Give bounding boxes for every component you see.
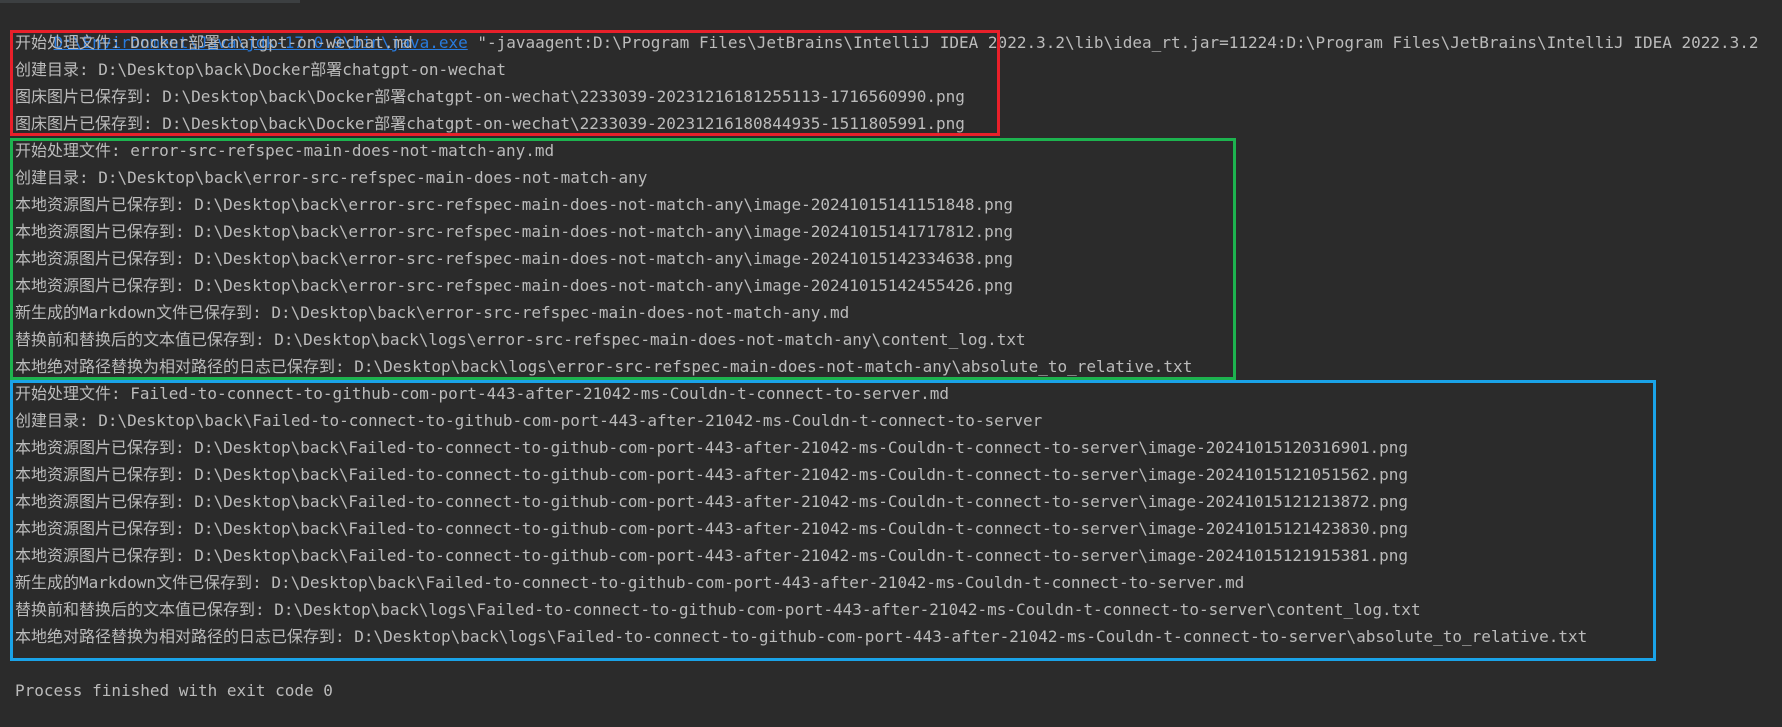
log-line: 替换前和替换后的文本值已保存到: D:\Desktop\back\logs\Fa… xyxy=(15,600,1421,619)
log-line: 本地资源图片已保存到: D:\Desktop\back\Failed-to-co… xyxy=(15,492,1409,511)
log-line: 本地资源图片已保存到: D:\Desktop\back\Failed-to-co… xyxy=(15,465,1409,484)
log-line: 本地资源图片已保存到: D:\Desktop\back\Failed-to-co… xyxy=(15,438,1409,457)
log-line: 新生成的Markdown文件已保存到: D:\Desktop\back\erro… xyxy=(15,303,850,322)
process-finished-line: Process finished with exit code 0 xyxy=(15,681,333,700)
log-line: 本地资源图片已保存到: D:\Desktop\back\error-src-re… xyxy=(15,249,1014,268)
log-line: 创建目录: D:\Desktop\back\Docker部署chatgpt-on… xyxy=(15,60,506,79)
log-line: 开始处理文件: Failed-to-connect-to-github-com-… xyxy=(15,384,950,403)
command-args: "-javaagent:D:\Program Files\JetBrains\I… xyxy=(467,33,1759,52)
log-line: 本地资源图片已保存到: D:\Desktop\back\error-src-re… xyxy=(15,195,1014,214)
log-line: 本地资源图片已保存到: D:\Desktop\back\error-src-re… xyxy=(15,276,1014,295)
log-line: 开始处理文件: Docker部署chatgpt-on-wechat.md xyxy=(15,33,413,52)
log-line: 本地资源图片已保存到: D:\Desktop\back\Failed-to-co… xyxy=(15,546,1409,565)
log-line: 创建目录: D:\Desktop\back\Failed-to-connect-… xyxy=(15,411,1043,430)
log-line: 本地绝对路径替换为相对路径的日志已保存到: D:\Desktop\back\lo… xyxy=(15,357,1193,376)
run-console[interactable]: D:\Environment\Java\jdk-17.0.9\bin\java.… xyxy=(0,0,1782,727)
log-line: 图床图片已保存到: D:\Desktop\back\Docker部署chatgp… xyxy=(15,114,965,133)
log-line: 本地绝对路径替换为相对路径的日志已保存到: D:\Desktop\back\lo… xyxy=(15,627,1588,646)
log-line: 创建目录: D:\Desktop\back\error-src-refspec-… xyxy=(15,168,648,187)
log-line: 图床图片已保存到: D:\Desktop\back\Docker部署chatgp… xyxy=(15,87,965,106)
log-line: 开始处理文件: error-src-refspec-main-does-not-… xyxy=(15,141,555,160)
log-line: 本地资源图片已保存到: D:\Desktop\back\Failed-to-co… xyxy=(15,519,1409,538)
log-line: 新生成的Markdown文件已保存到: D:\Desktop\back\Fail… xyxy=(15,573,1245,592)
log-line: 替换前和替换后的文本值已保存到: D:\Desktop\back\logs\er… xyxy=(15,330,1026,349)
command-line: D:\Environment\Java\jdk-17.0.9\bin\java.… xyxy=(15,2,1759,52)
log-line: 本地资源图片已保存到: D:\Desktop\back\error-src-re… xyxy=(15,222,1014,241)
